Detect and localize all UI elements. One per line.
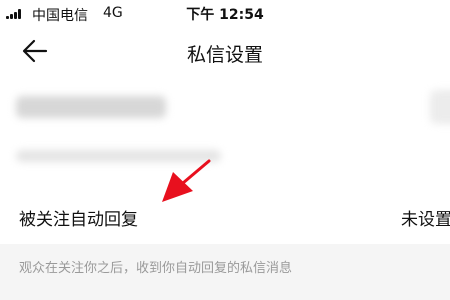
auto-reply-label: 被关注自动回复: [19, 210, 138, 230]
blurred-subtext: [16, 150, 221, 162]
auto-reply-hint: 观众在关注你之后，收到你自动回复的私信消息: [19, 261, 293, 276]
auto-reply-setting-row[interactable]: 被关注自动回复 未设置: [0, 186, 450, 244]
page-title: 私信设置: [186, 44, 263, 66]
navigation-bar: 私信设置: [0, 28, 450, 76]
blurred-toggle: [430, 90, 450, 124]
status-time: 下午 12:54: [186, 7, 264, 23]
status-bar: 中国电信 4G 下午 12:54: [0, 0, 450, 28]
blurred-text: [16, 96, 166, 118]
auto-reply-status: 未设置: [401, 210, 450, 230]
blurred-content: [0, 76, 450, 186]
